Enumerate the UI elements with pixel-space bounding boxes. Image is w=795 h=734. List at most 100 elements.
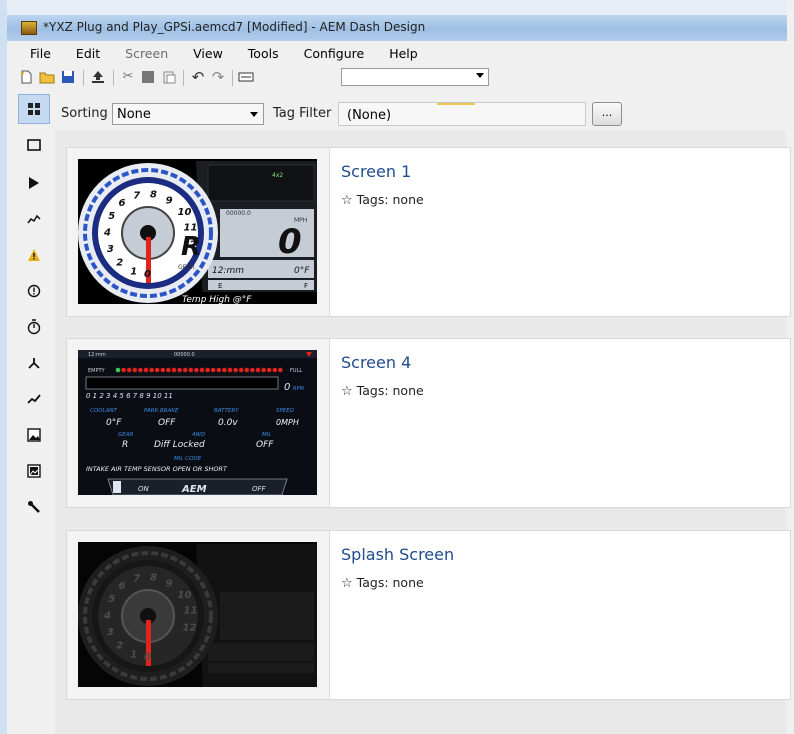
network-icon[interactable] — [18, 348, 50, 378]
cut-icon[interactable]: ✂ — [120, 69, 136, 85]
screen-tags: ☆ Tags: none — [341, 383, 424, 399]
gauge-number: 10 — [178, 590, 192, 601]
value-speed: 0MPH — [276, 418, 299, 427]
value-4wd: Diff Locked — [154, 440, 205, 450]
screen-name[interactable]: Splash Screen — [341, 545, 454, 564]
stopwatch-icon[interactable] — [18, 312, 50, 342]
fuel-led — [227, 367, 233, 373]
screen-thumbnail[interactable]: 4x2 00000.0 MPH 0 R GEAR 12:mm 0°F E F T… — [78, 159, 317, 304]
fuel-led — [149, 367, 154, 373]
sorting-select[interactable]: None — [112, 103, 264, 125]
fuel-led — [210, 367, 216, 373]
odometer-text: 00000.0 — [174, 352, 195, 358]
label-mil-code: MIL CODE — [174, 456, 202, 462]
rectangle-icon[interactable] — [18, 130, 50, 160]
label-mil: MIL — [262, 432, 271, 438]
screen-name[interactable]: Screen 4 — [341, 353, 411, 372]
fuel-led — [194, 367, 199, 373]
fuel-led — [160, 367, 166, 373]
fuel-led — [222, 367, 227, 373]
warning-icon[interactable] — [18, 240, 50, 270]
toolbar-separator — [232, 70, 233, 86]
menu-screen[interactable]: Screen — [111, 44, 179, 64]
menu-bar: File Edit Screen View Tools Configure He… — [16, 44, 429, 64]
aem-logo: AEM — [181, 484, 207, 495]
thumbnail-frame: 1 2 3 4 5 6 7 8 9 10 11 12 0 — [67, 531, 330, 699]
screen-name[interactable]: Screen 1 — [341, 162, 411, 181]
play-icon[interactable] — [18, 168, 50, 198]
chart-line-icon[interactable] — [18, 384, 50, 414]
rpm-unit-text: RPM — [293, 386, 304, 392]
temp-text: 0°F — [294, 266, 310, 276]
app-window: *YXZ Plug and Play_GPSi.aemcd7 [Modified… — [0, 0, 795, 734]
menu-file[interactable]: File — [16, 44, 62, 64]
screen-thumbnail[interactable]: 1 2 3 4 5 6 7 8 9 10 11 12 0 — [78, 542, 317, 687]
gauge-number: 5 — [108, 211, 115, 222]
grid-icon[interactable] — [18, 94, 50, 124]
label-speed: SPEED — [276, 408, 294, 414]
gauge-number: 11 — [184, 223, 198, 234]
new-icon[interactable] — [18, 69, 34, 85]
screen-card[interactable]: 4x2 00000.0 MPH 0 R GEAR 12:mm 0°F E F T… — [66, 147, 791, 317]
undo-icon[interactable]: ↶ — [190, 69, 206, 85]
screen1-preview: 4x2 00000.0 MPH 0 R GEAR 12:mm 0°F E F T… — [78, 159, 317, 304]
thumbnail-frame: 4x2 00000.0 MPH 0 R GEAR 12:mm 0°F E F T… — [67, 148, 330, 316]
tag-filter-field[interactable]: (None) — [338, 102, 586, 126]
value-battery: 0.0v — [218, 418, 238, 428]
image-alt-icon[interactable] — [18, 456, 50, 486]
menu-help[interactable]: Help — [375, 44, 429, 64]
title-bar[interactable]: *YXZ Plug and Play_GPSi.aemcd7 [Modified… — [7, 15, 787, 41]
gauge-number: 3 — [107, 627, 114, 638]
save-icon[interactable] — [60, 69, 76, 85]
star-icon[interactable]: ☆ — [341, 193, 353, 208]
fuel-led — [177, 367, 182, 373]
menu-configure[interactable]: Configure — [290, 44, 376, 64]
menu-edit[interactable]: Edit — [62, 44, 111, 64]
toolbar-separator — [183, 70, 184, 86]
fuel-led — [138, 367, 143, 373]
screen-thumbnail[interactable]: 12:mm 00000.0 EMPTY FULL 0 1 2 3 4 5 6 7… — [78, 350, 317, 495]
star-icon[interactable]: ☆ — [341, 384, 353, 399]
fuel-led — [126, 367, 132, 373]
label-battery: BATTERY — [214, 408, 239, 414]
paste-icon[interactable] — [161, 69, 177, 85]
trend-icon[interactable] — [18, 204, 50, 234]
tags-text: Tags: none — [356, 192, 424, 207]
gauge-number: 7 — [133, 190, 140, 201]
wrench-icon[interactable] — [18, 492, 50, 522]
screen-card[interactable]: 1 2 3 4 5 6 7 8 9 10 11 12 0 Splash Screen ☆ Tags: no… — [66, 530, 791, 700]
fuel-led — [255, 367, 261, 373]
fuel-led — [216, 367, 222, 373]
upload-icon[interactable] — [90, 69, 106, 85]
gauge-number: 6 — [119, 198, 126, 209]
fuel-led — [182, 367, 188, 373]
gauge-number: 7 — [133, 573, 140, 584]
screen4-preview: 12:mm 00000.0 EMPTY FULL 0 1 2 3 4 5 6 7… — [78, 350, 317, 495]
toolbar-combo[interactable] — [341, 68, 489, 86]
rpm-scale-text: 0 1 2 3 4 5 6 7 8 9 10 11 — [86, 392, 173, 400]
bottom-left-text: ON — [138, 485, 150, 493]
odometer-text: 00000.0 — [226, 210, 251, 217]
gauge-number: 12 — [183, 239, 197, 250]
gauge-number: 0 — [144, 269, 151, 280]
gauge-number: 2 — [116, 258, 123, 269]
keyboard-icon[interactable] — [238, 69, 254, 85]
gauge-number: 11 — [184, 606, 198, 617]
image-icon[interactable] — [18, 420, 50, 450]
tag-filter-browse-button[interactable]: ... — [592, 102, 622, 126]
gauge-number: 0 — [144, 652, 151, 663]
screen-card[interactable]: 12:mm 00000.0 EMPTY FULL 0 1 2 3 4 5 6 7… — [66, 338, 791, 508]
menu-tools[interactable]: Tools — [234, 44, 290, 64]
redo-icon[interactable]: ↷ — [210, 69, 226, 85]
open-folder-icon[interactable] — [39, 69, 55, 85]
alert-circle-icon[interactable] — [18, 276, 50, 306]
desktop-strip — [7, 0, 787, 15]
star-icon[interactable]: ☆ — [341, 576, 353, 591]
label-gear: GEAR — [118, 432, 133, 438]
screen-tags: ☆ Tags: none — [341, 575, 424, 591]
menu-view[interactable]: View — [179, 44, 234, 64]
gauge-number: 8 — [150, 190, 157, 201]
gauge-number: 9 — [166, 195, 173, 206]
tag-filter-value: (None) — [347, 108, 392, 123]
copy-icon[interactable] — [140, 69, 156, 85]
